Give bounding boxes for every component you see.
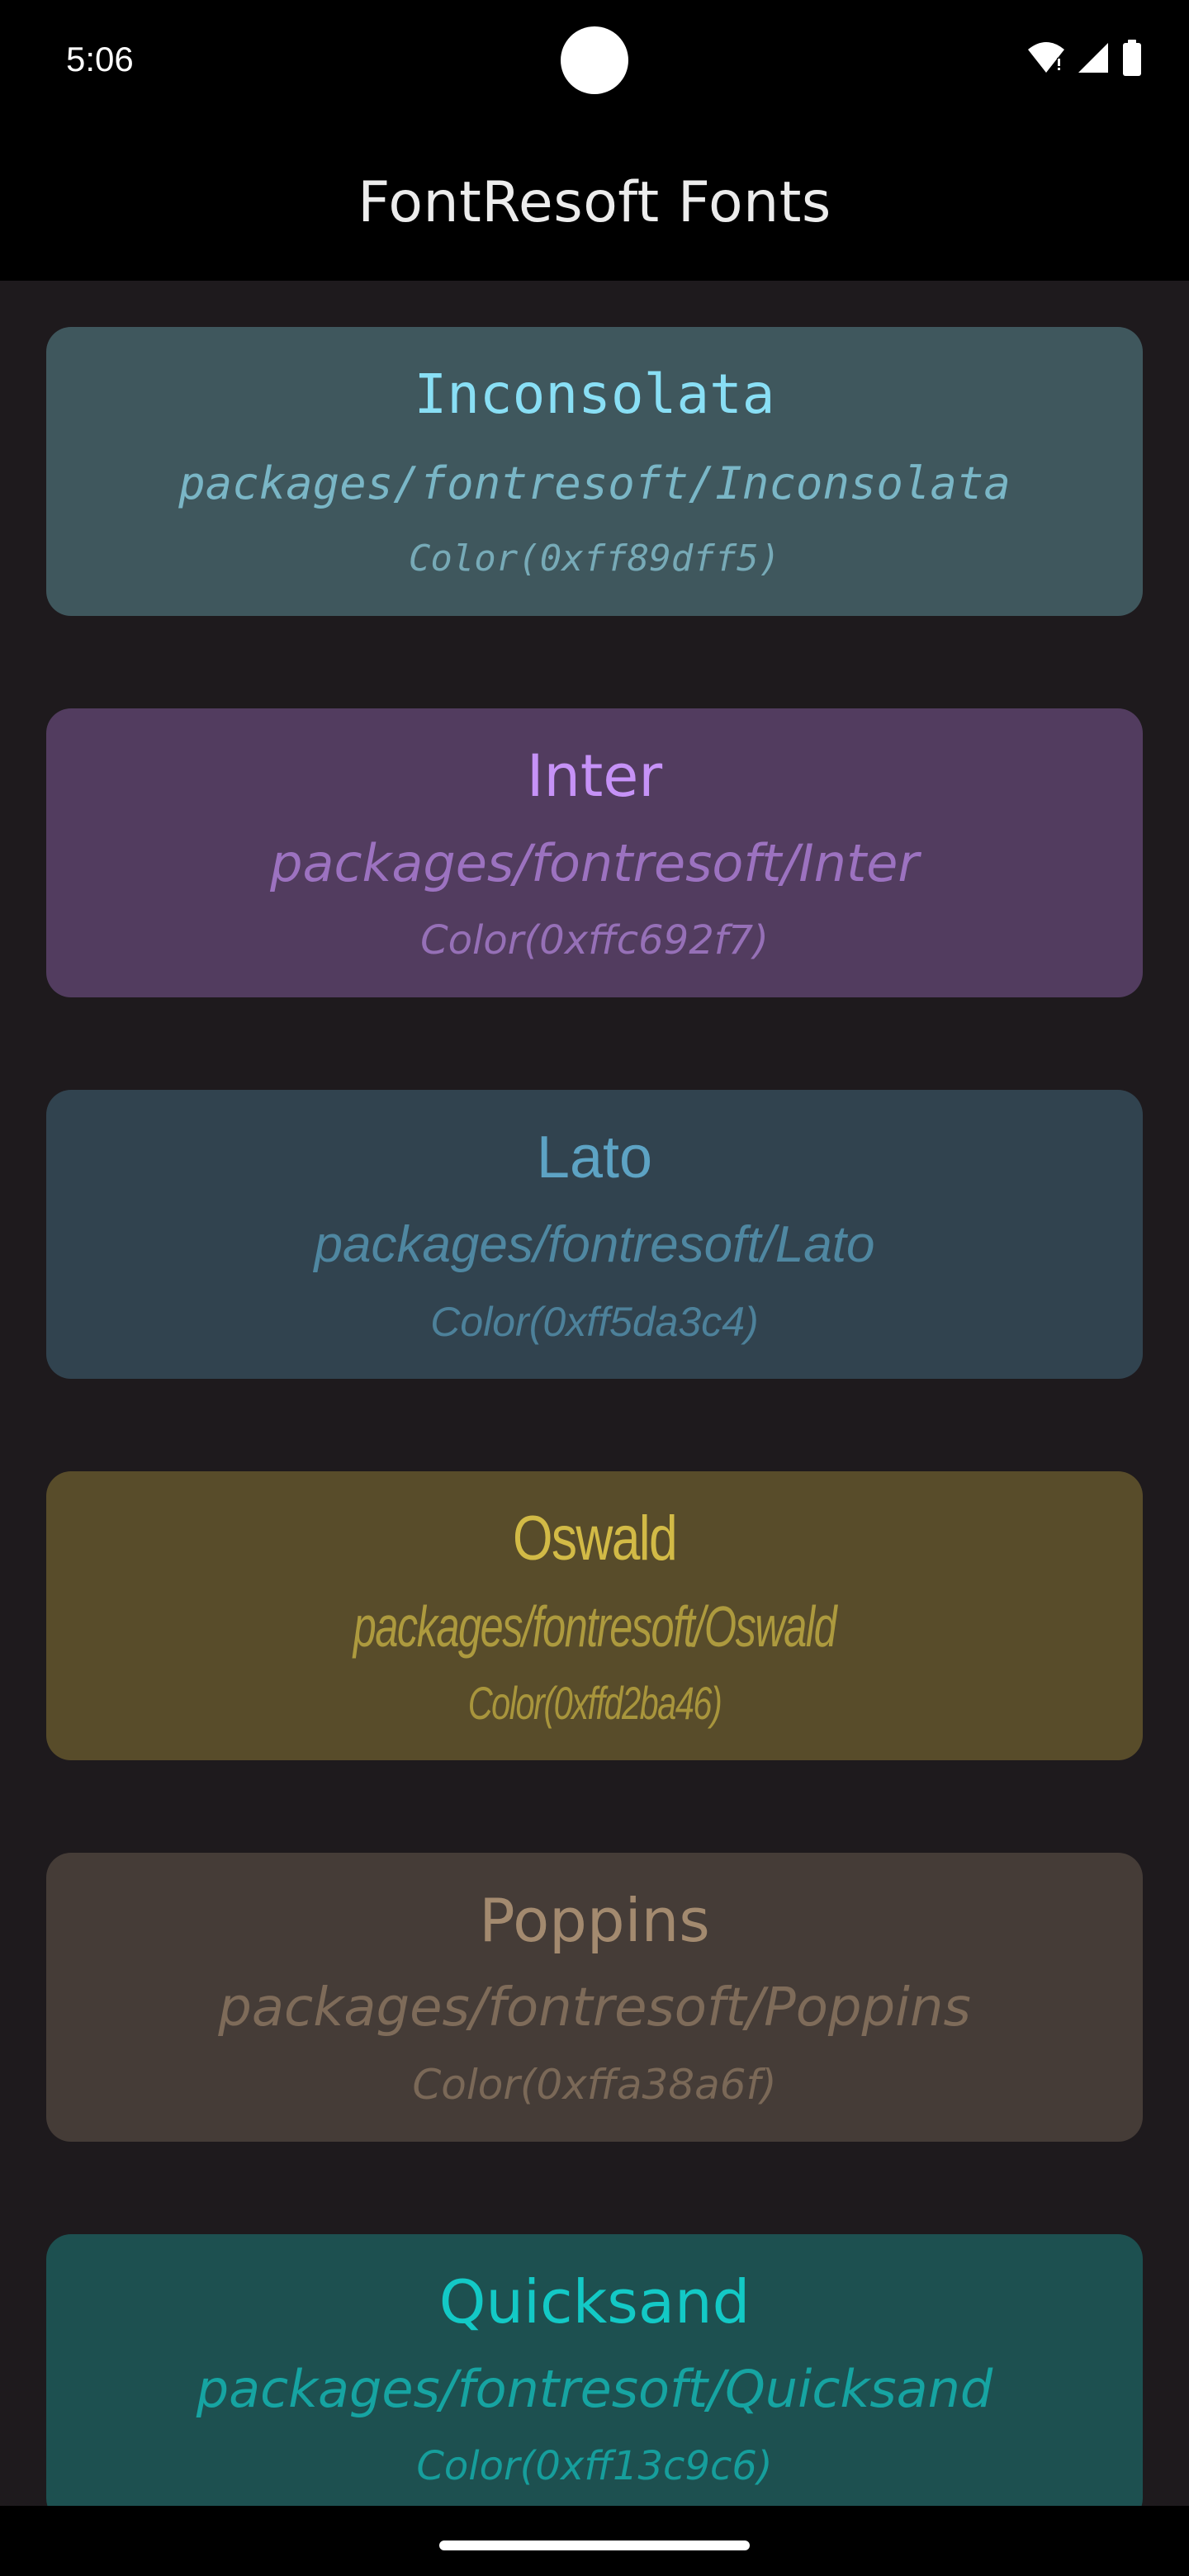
font-package-path: packages/fontresoft/Oswald xyxy=(353,1594,837,1659)
page-title: FontResoft Fonts xyxy=(358,169,831,235)
font-color-value: Color(0xff89dff5) xyxy=(408,537,781,580)
font-name: Poppins xyxy=(479,1886,710,1955)
signal-icon xyxy=(1077,41,1110,78)
font-color-value: Color(0xffd2ba46) xyxy=(467,1677,722,1729)
status-time: 5:06 xyxy=(66,40,134,78)
home-indicator[interactable] xyxy=(439,2540,750,2550)
font-color-value: Color(0xff13c9c6) xyxy=(416,2443,773,2489)
font-card-lato: Lato packages/fontresoft/Lato Color(0xff… xyxy=(46,1090,1143,1379)
app-bar: FontResoft Fonts xyxy=(0,124,1189,281)
font-name: Lato xyxy=(536,1125,653,1191)
font-package-path: packages/fontresoft/Inconsolata xyxy=(178,457,1011,509)
font-package-path: packages/fontresoft/Quicksand xyxy=(196,2359,993,2419)
status-bar: 5:06 xyxy=(0,0,1189,124)
camera-cutout xyxy=(561,26,628,94)
status-icons xyxy=(1027,38,1143,81)
font-package-path: packages/fontresoft/Inter xyxy=(270,833,919,893)
font-name: Oswald xyxy=(513,1503,678,1574)
font-card-poppins: Poppins packages/fontresoft/Poppins Colo… xyxy=(46,1853,1143,2142)
font-card-inconsolata: Inconsolata packages/fontresoft/Inconsol… xyxy=(46,327,1143,616)
font-list[interactable]: Inconsolata packages/fontresoft/Inconsol… xyxy=(0,281,1189,2506)
font-name: Inconsolata xyxy=(414,362,775,426)
font-name: Inter xyxy=(526,742,663,810)
font-color-value: Color(0xff5da3c4) xyxy=(430,1299,759,1345)
font-card-oswald: Oswald packages/fontresoft/Oswald Color(… xyxy=(46,1471,1143,1760)
font-package-path: packages/fontresoft/Poppins xyxy=(218,1977,971,2039)
font-card-quicksand: Quicksand packages/fontresoft/Quicksand … xyxy=(46,2234,1143,2506)
font-name: Quicksand xyxy=(438,2267,751,2337)
font-color-value: Color(0xffc692f7) xyxy=(420,917,769,964)
navigation-bar xyxy=(0,2506,1189,2576)
font-color-value: Color(0xffa38a6f) xyxy=(412,2061,777,2109)
font-package-path: packages/fontresoft/Lato xyxy=(314,1216,875,1273)
battery-icon xyxy=(1121,39,1143,80)
wifi-icon xyxy=(1027,41,1065,78)
font-card-inter: Inter packages/fontresoft/Inter Color(0x… xyxy=(46,708,1143,997)
